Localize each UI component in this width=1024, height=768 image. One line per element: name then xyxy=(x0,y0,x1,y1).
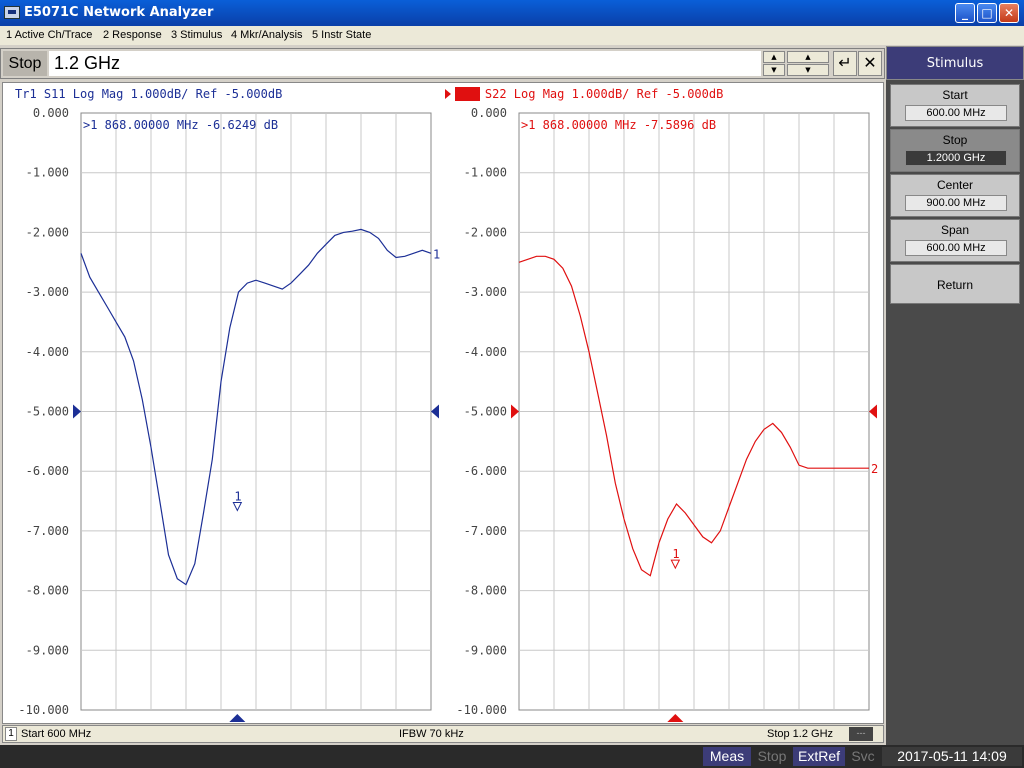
y-tick-label: -6.000 xyxy=(464,464,507,478)
channel-indicator: --- xyxy=(849,727,873,741)
menu-stimulus[interactable]: 3 Stimulus xyxy=(171,26,222,45)
trace-end-label: 1 xyxy=(433,247,440,261)
softkey-span[interactable]: Span 600.00 MHz xyxy=(890,219,1020,262)
entry-label: Stop xyxy=(3,51,47,76)
minimize-button[interactable]: _ xyxy=(955,3,975,23)
y-tick-label: -1.000 xyxy=(464,166,507,180)
softkey-center[interactable]: Center 900.00 MHz xyxy=(890,174,1020,217)
ref-right-triangle-icon xyxy=(431,404,439,419)
ref-left-triangle-icon xyxy=(73,404,81,419)
window-title: E5071C Network Analyzer xyxy=(24,5,214,20)
spin-up-icon[interactable]: ▲ xyxy=(787,51,829,63)
y-tick-label: -5.000 xyxy=(464,405,507,419)
status-extref: ExtRef xyxy=(793,747,845,766)
active-trace-arrow-icon xyxy=(445,89,451,99)
status-svc: Svc xyxy=(851,748,875,764)
ref-left-triangle-icon xyxy=(511,404,519,419)
y-tick-label: -4.000 xyxy=(464,345,507,359)
active-trace-highlight xyxy=(455,87,480,101)
instrument-status-bar: Meas Stop ExtRef Svc 2017-05-11 14:09 xyxy=(0,745,1024,768)
y-tick-label: -7.000 xyxy=(26,524,69,538)
cancel-icon[interactable]: ✕ xyxy=(858,51,882,76)
softkey-span-label: Span xyxy=(940,223,970,237)
y-tick-label: -9.000 xyxy=(26,643,69,657)
channel-start: Start 600 MHz xyxy=(21,728,92,740)
y-tick-label: -10.000 xyxy=(456,703,507,717)
y-tick-label: -10.000 xyxy=(18,703,69,717)
softkey-span-value: 600.00 MHz xyxy=(905,240,1007,256)
title-bar: E5071C Network Analyzer _ □ ✕ xyxy=(0,0,1024,26)
menu-instr-state[interactable]: 5 Instr State xyxy=(312,26,371,45)
softkey-header[interactable]: Stimulus xyxy=(886,46,1024,80)
channel-number[interactable]: 1 xyxy=(5,727,17,741)
softkey-stop-value: 1.2000 GHz xyxy=(905,150,1007,166)
softkey-panel: Stimulus Start 600.00 MHz Stop 1.2000 GH… xyxy=(886,46,1024,746)
spin-up-fine-icon[interactable]: ▲ xyxy=(763,51,785,63)
status-stop: Stop xyxy=(757,748,787,764)
softkey-start-label: Start xyxy=(942,88,968,102)
y-tick-label: -6.000 xyxy=(26,464,69,478)
enter-icon[interactable]: ↵ xyxy=(833,51,857,76)
marker-label: 1 xyxy=(672,547,679,561)
menu-bar: 1 Active Ch/Trace 2 Response 3 Stimulus … xyxy=(0,26,1024,45)
marker-label: 1 xyxy=(234,490,241,504)
softkey-return[interactable]: Return xyxy=(890,264,1020,304)
y-tick-label: -7.000 xyxy=(464,524,507,538)
chart-area: 0.000 -1.000 -2.000 -3.000 -4.000 -5.000 -6.00… xyxy=(2,82,884,724)
softkey-stop[interactable]: Stop 1.2000 GHz xyxy=(890,129,1020,172)
y-tick-label: -3.000 xyxy=(26,285,69,299)
softkey-start[interactable]: Start 600.00 MHz xyxy=(890,84,1020,127)
softkey-start-value: 600.00 MHz xyxy=(905,105,1007,121)
menu-active-ch-trace[interactable]: 1 Active Ch/Trace xyxy=(6,26,92,45)
softkey-center-value: 900.00 MHz xyxy=(905,195,1007,211)
marker-stimulus-triangle-icon xyxy=(229,714,246,722)
marker-readout-2: >1 868.00000 MHz -7.5896 dB xyxy=(521,118,716,132)
entry-field[interactable]: 1.2 GHz xyxy=(49,51,761,76)
chart-svg: 0.000 -1.000 -2.000 -3.000 -4.000 -5.000 -6.00… xyxy=(15,87,878,722)
y-tick-label: -1.000 xyxy=(26,166,69,180)
menu-mkr-analysis[interactable]: 4 Mkr/Analysis xyxy=(231,26,303,45)
ref-right-triangle-icon xyxy=(869,404,877,419)
status-datetime: 2017-05-11 14:09 xyxy=(882,747,1022,766)
y-tick-label: -5.000 xyxy=(26,405,69,419)
channel-ifbw: IFBW 70 kHz xyxy=(399,728,464,740)
y-tick-label: -3.000 xyxy=(464,285,507,299)
channel-stop: Stop 1.2 GHz xyxy=(767,728,834,740)
y-tick-label: -2.000 xyxy=(26,225,69,239)
trace-end-label: 2 xyxy=(871,462,878,476)
channel-status-bar: 1 Start 600 MHz IFBW 70 kHz Stop 1.2 GHz… xyxy=(2,725,884,743)
status-meas: Meas xyxy=(703,747,751,766)
maximize-button[interactable]: □ xyxy=(977,3,997,23)
y-tick-label: -8.000 xyxy=(26,584,69,598)
trace-header-2: Tr2 S22 Log Mag 1.000dB/ Ref -5.000dB xyxy=(456,87,723,101)
spin-down-fine-icon[interactable]: ▼ xyxy=(763,64,785,76)
trace-header-1: Tr1 S11 Log Mag 1.000dB/ Ref -5.000dB xyxy=(15,87,282,101)
softkey-center-label: Center xyxy=(936,178,974,192)
y-tick-label: 0.000 xyxy=(33,106,69,120)
y-tick-label: -9.000 xyxy=(464,643,507,657)
close-button[interactable]: ✕ xyxy=(999,3,1019,23)
entry-bar: Stop 1.2 GHz ▲ ▼ ▲ ▼ ↵ ✕ xyxy=(0,48,885,79)
y-tick-label: -4.000 xyxy=(26,345,69,359)
y-tick-label: 0.000 xyxy=(471,106,507,120)
spin-down-icon[interactable]: ▼ xyxy=(787,64,829,76)
y-tick-label: -2.000 xyxy=(464,225,507,239)
y-tick-label: -8.000 xyxy=(464,584,507,598)
marker-readout-1: >1 868.00000 MHz -6.6249 dB xyxy=(83,118,278,132)
marker-stimulus-triangle-icon xyxy=(667,714,684,722)
menu-response[interactable]: 2 Response xyxy=(103,26,162,45)
softkey-stop-label: Stop xyxy=(942,133,968,147)
app-icon xyxy=(4,6,20,19)
